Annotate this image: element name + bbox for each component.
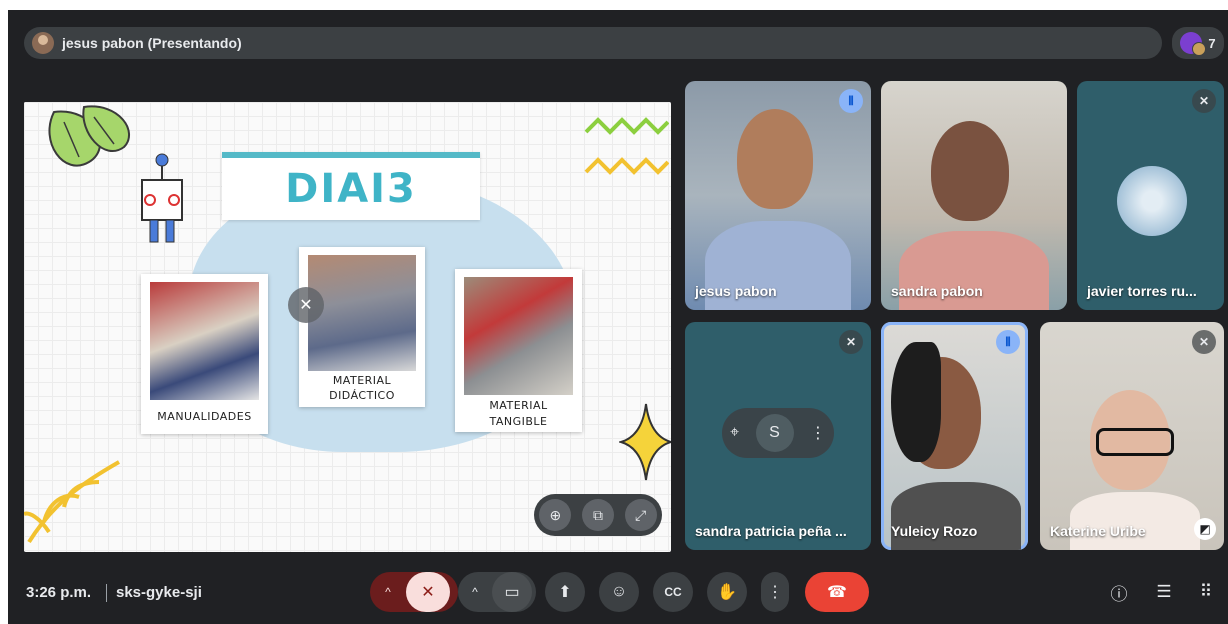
tile-hover-controls: ⌖ S ⋮ [722, 408, 834, 458]
presenter-banner[interactable]: jesus pabon (Presentando) [24, 27, 1162, 59]
caption-manualidades: MANUALIDADES [157, 410, 252, 423]
more-options-icon[interactable]: ⋮ [810, 423, 826, 443]
mic-muted-icon: ✕ [1192, 330, 1216, 354]
clock-separator [106, 584, 107, 602]
zoom-in-button[interactable]: ⊕ [539, 499, 572, 531]
activities-grid-icon[interactable]: ⠿ [1191, 577, 1221, 607]
participant-count: 7 [1208, 35, 1216, 51]
control-bar: 3:26 p.m. sks-gyke-sji ^ ✕ ^ ▭ ⬆ ☺ CC ✋ … [8, 560, 1228, 624]
participant-shirt [891, 482, 1021, 550]
more-options-button[interactable]: ⋮ [761, 572, 789, 612]
participant-tile[interactable]: ⦀ jesus pabon [685, 81, 871, 310]
mic-control-group: ^ ✕ [370, 572, 458, 612]
caption-didactico-line1: MATERIAL [332, 374, 392, 387]
unpin-icon[interactable]: ✕ [288, 287, 324, 323]
zigzag-decoration [584, 117, 669, 175]
participant-video [931, 121, 1009, 221]
participant-glasses [1096, 428, 1174, 456]
speaking-indicator-icon: ⦀ [996, 330, 1020, 354]
photo-manualidades [150, 282, 259, 400]
mic-options-chevron-icon[interactable]: ^ [370, 585, 406, 599]
participant-tile[interactable]: ✕ javier torres ru... [1077, 81, 1224, 310]
slide-title: DIAI3 [285, 166, 417, 212]
slide-zoom-toolbar: ⊕ ⧉ ⤢ [534, 494, 662, 536]
meeting-info-icon[interactable]: ⓘ [1104, 577, 1134, 607]
camera-control-group: ^ ▭ [458, 572, 536, 612]
participant-tile[interactable]: ⌖ S ⋮ ✕ sandra patricia peña ... [685, 322, 871, 550]
camera-options-chevron-icon[interactable]: ^ [458, 585, 492, 599]
mic-muted-button[interactable]: ✕ [406, 572, 450, 612]
fullscreen-button[interactable]: ⤢ [624, 499, 657, 531]
participant-name: Yuleicy Rozo [891, 523, 978, 539]
mic-muted-icon: ✕ [839, 330, 863, 354]
participant-name: sandra patricia peña ... [695, 523, 847, 539]
photo-tangible [464, 277, 573, 395]
leave-call-button[interactable]: ☎ [805, 572, 869, 612]
participants-avatar-stack [1180, 32, 1207, 56]
presenter-label: jesus pabon (Presentando) [62, 35, 242, 51]
meeting-clock: 3:26 p.m. [26, 584, 92, 601]
yellow-leaf-decoration [24, 460, 120, 544]
present-button[interactable]: ⬆ [545, 572, 585, 612]
character-doodle [141, 153, 183, 243]
captions-button[interactable]: CC [653, 572, 693, 612]
speaking-indicator-icon: ⦀ [839, 89, 863, 113]
photo-didactico [308, 255, 416, 371]
participant-shirt [1070, 492, 1200, 550]
caption-tangible-line1: MATERIAL [489, 399, 548, 412]
sparkle-decoration [619, 403, 671, 481]
participant-tile-speaking[interactable]: ⦀ Yuleicy Rozo [881, 322, 1028, 550]
leaf-decoration [48, 105, 130, 167]
participant-video [737, 109, 813, 209]
participant-initial-avatar: S [755, 414, 794, 452]
picture-in-picture-icon[interactable]: ◩ [1194, 518, 1216, 540]
participant-tile[interactable]: ✕ ◩ Katerine Uribe [1040, 322, 1224, 550]
open-new-window-button[interactable]: ⧉ [581, 499, 614, 531]
slide-title-box: DIAI3 [222, 152, 480, 220]
participants-chip[interactable]: 7 [1172, 27, 1224, 59]
presentation-stage: DIAI3 MANUALIDADES MATERIAL DIDÁCTICO MA… [24, 102, 671, 552]
reactions-button[interactable]: ☺ [599, 572, 639, 612]
caption-didactico-line2: DIDÁCTICO [329, 389, 395, 402]
raise-hand-button[interactable]: ✋ [707, 572, 747, 612]
participant-hair [891, 342, 941, 462]
photo-card-tangible: MATERIAL TANGIBLE [455, 269, 582, 432]
photo-card-manualidades: MANUALIDADES [141, 274, 268, 434]
meet-window: jesus pabon (Presentando) 7 DIAI3 MANUAL… [8, 10, 1228, 624]
participant-name: javier torres ru... [1087, 283, 1197, 299]
participant-name: Katerine Uribe [1050, 523, 1146, 539]
mic-muted-icon: ✕ [1192, 89, 1216, 113]
participant-name: sandra pabon [891, 283, 983, 299]
participant-name: jesus pabon [695, 283, 777, 299]
meeting-code: sks-gyke-sji [116, 584, 202, 601]
presenter-avatar [32, 32, 54, 54]
pin-icon[interactable]: ⌖ [730, 424, 739, 442]
photo-card-didactico: MATERIAL DIDÁCTICO [299, 247, 425, 407]
camera-button[interactable]: ▭ [492, 572, 532, 612]
participant-avatar [1117, 166, 1187, 236]
caption-tangible-line2: TANGIBLE [489, 415, 548, 428]
participant-tile[interactable]: sandra pabon [881, 81, 1067, 310]
chat-icon[interactable]: ☰ [1149, 577, 1179, 607]
